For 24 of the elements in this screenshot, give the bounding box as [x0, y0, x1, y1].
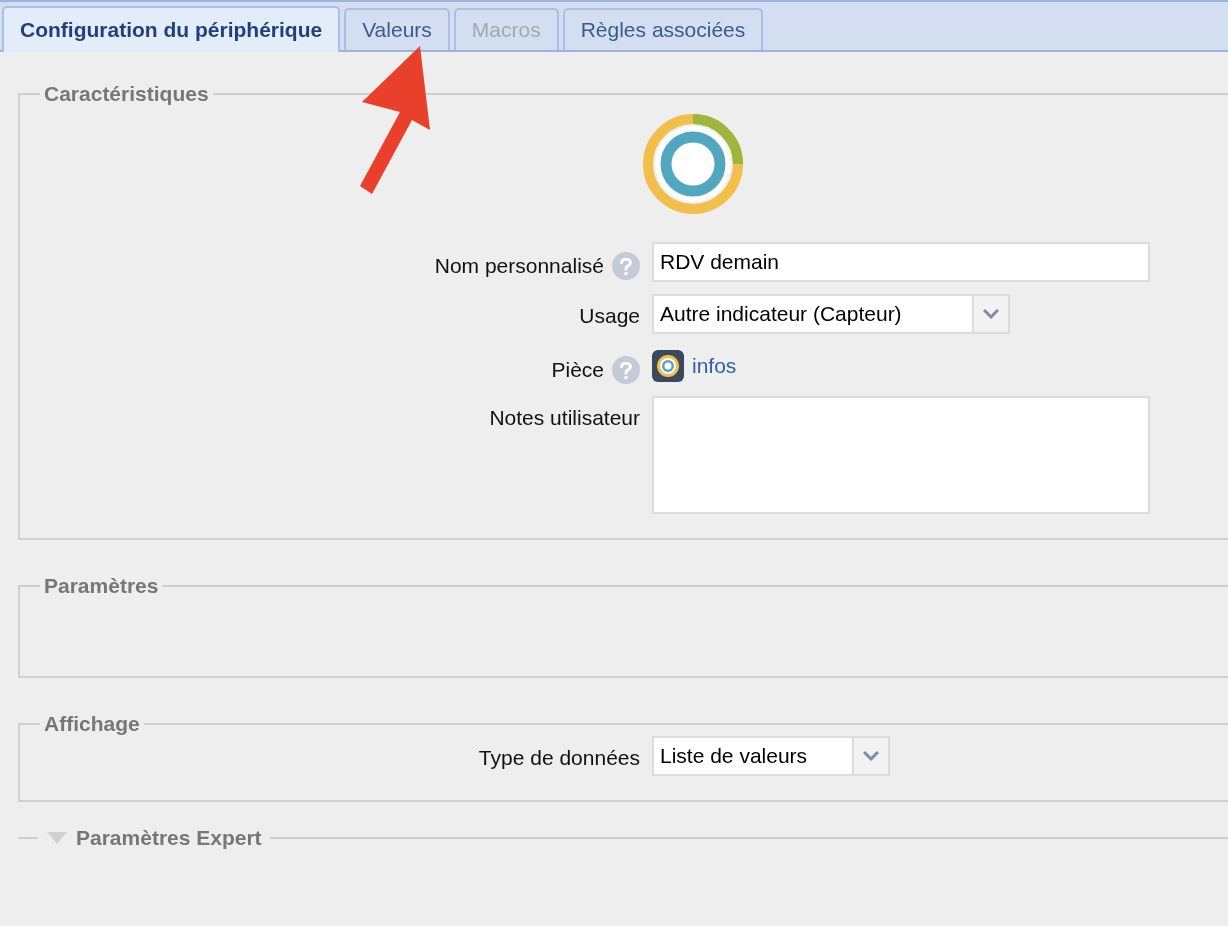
name-input[interactable]: RDV demain [652, 242, 1150, 282]
expand-triangle-icon[interactable] [46, 831, 68, 845]
caret-icon [863, 751, 879, 761]
field-label: Notes utilisateur [489, 406, 640, 430]
field-label: Usage [579, 304, 640, 328]
section-legend: Caractéristiques [40, 82, 213, 106]
dropdown[interactable]: Liste de valeurs [652, 736, 890, 776]
section-legend[interactable]: Paramètres Expert [76, 826, 262, 850]
section-legend: Affichage [40, 712, 144, 736]
caret-icon [983, 309, 999, 319]
tab[interactable]: Règles associées [562, 8, 764, 50]
room-link[interactable]: infos [692, 354, 737, 378]
section-legend: Paramètres [40, 574, 163, 598]
field-label: Nom personnalisé [434, 254, 604, 278]
rings-icon [643, 114, 743, 214]
notes-textarea[interactable] [652, 396, 1150, 514]
field-label: Pièce [551, 358, 604, 382]
tab[interactable]: Valeurs [344, 8, 450, 50]
help-icon[interactable] [612, 356, 640, 384]
field-label: Type de données [478, 746, 640, 770]
help-icon[interactable] [612, 252, 640, 280]
tab[interactable]: Configuration du périphérique [2, 6, 341, 52]
room-icon [652, 350, 684, 382]
dropdown[interactable]: Autre indicateur (Capteur) [652, 294, 1010, 334]
